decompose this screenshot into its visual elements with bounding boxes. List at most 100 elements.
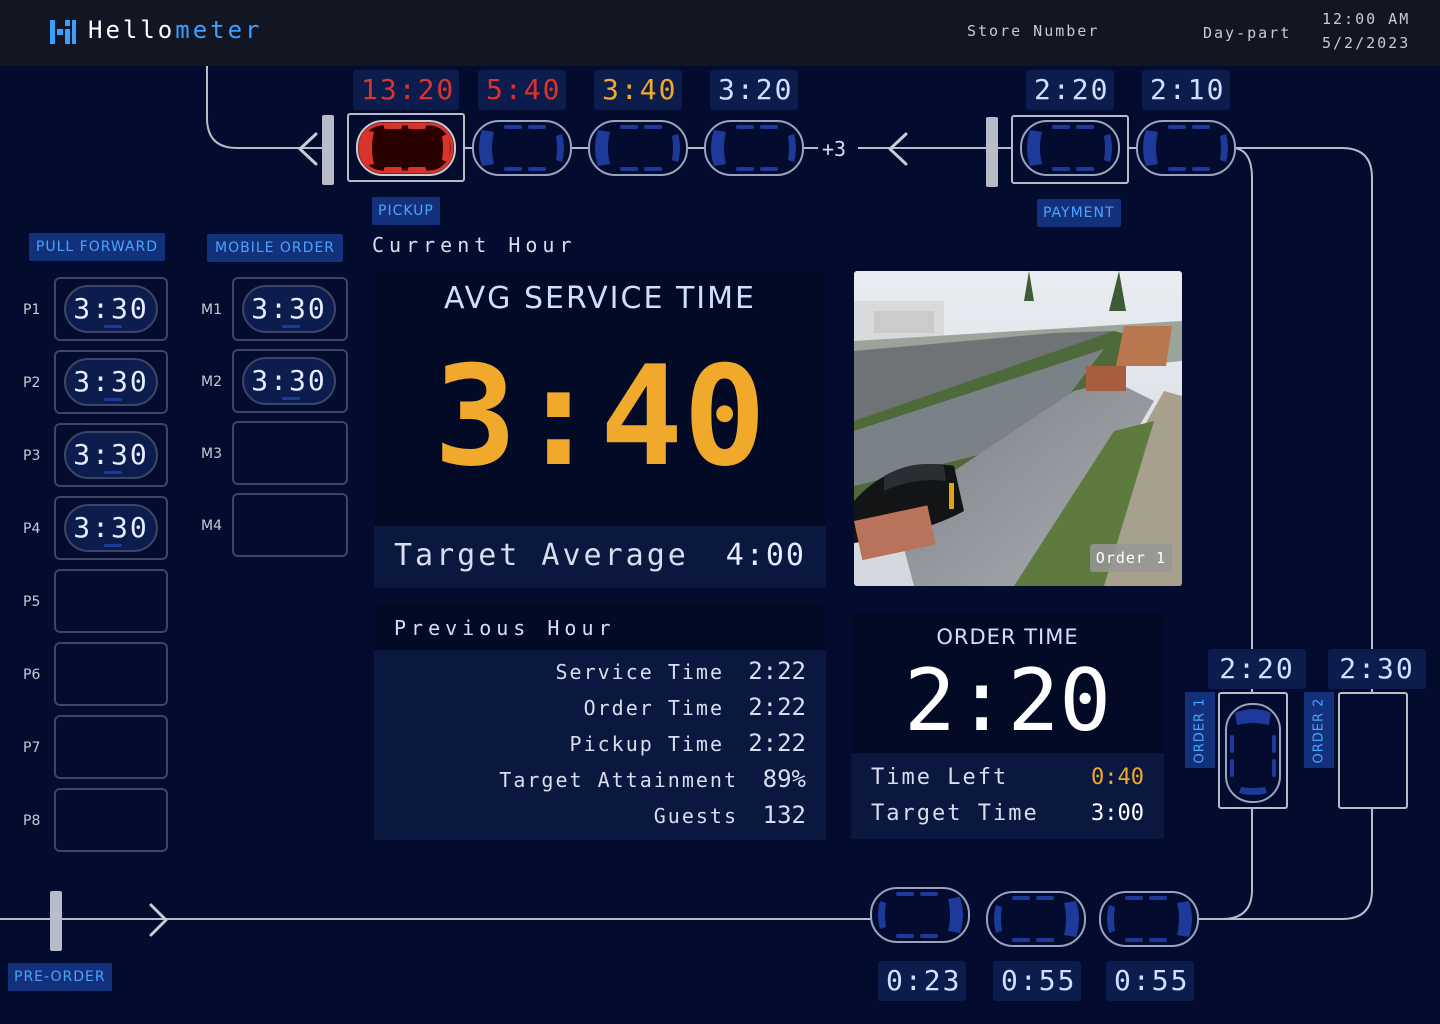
target-attainment-label: Target Attainment [499, 768, 738, 792]
order-2-timer: 2:30 [1328, 649, 1426, 689]
hellometer-logo-icon [50, 20, 76, 44]
car-pill: 3:30 [242, 357, 336, 405]
avg-service-time-label: AVG SERVICE TIME [444, 281, 756, 316]
car-pill: 3:30 [64, 504, 158, 552]
car-pill: 3:30 [242, 285, 336, 333]
slot-label-p3: P3 [23, 448, 41, 464]
car-pill: 3:30 [64, 285, 158, 333]
car-timer-queue-2: 3:40 [594, 70, 682, 110]
slot-label-m2: M2 [201, 374, 222, 390]
bottom-car-timer-2: 0:55 [993, 961, 1081, 1001]
pickup-time-label: Pickup Time [569, 732, 724, 756]
slot-label-p6: P6 [23, 667, 41, 683]
mobile-order-slot-m1[interactable]: 3:30 [232, 277, 348, 341]
pickup-gate [322, 115, 334, 185]
pull-forward-slot-p5[interactable] [54, 569, 168, 633]
car-timer-order-queue: 2:10 [1142, 70, 1230, 110]
car-icon-order-queue[interactable] [1136, 120, 1236, 176]
previous-hour-title: Previous Hour [394, 616, 616, 640]
slot-label-p7: P7 [23, 740, 41, 756]
top-bar: Hellometer Store Number Day-part 12:00 A… [0, 0, 1440, 66]
brand-name: Hellometer [88, 16, 263, 44]
car-timer-payment: 2:20 [1026, 70, 1114, 110]
mobile-order-title: MOBILE ORDER [207, 234, 343, 262]
order-2-tag: ORDER 2 [1304, 692, 1334, 768]
order-1-label: ORDER 1 [1192, 697, 1208, 763]
service-time-label: Service Time [555, 660, 724, 684]
slot-label-p5: P5 [23, 594, 41, 610]
preorder-gate [50, 891, 62, 951]
car-pill: 3:30 [64, 431, 158, 479]
brand-prefix: Hello [88, 16, 176, 44]
previous-hour-card: Previous Hour Service Time 2:22 Order Ti… [374, 604, 826, 840]
order-1-timer: 2:20 [1208, 649, 1306, 689]
current-hour-title: Current Hour [372, 233, 577, 257]
car-icon-bottom-3[interactable] [1099, 891, 1199, 947]
pull-forward-slot-p7[interactable] [54, 715, 168, 779]
car-icon-queue-1[interactable] [472, 120, 572, 176]
order-time-value: 2:20 [903, 651, 1112, 751]
slot-label-m4: M4 [201, 518, 222, 534]
mobile-order-slot-m3[interactable] [232, 421, 348, 485]
target-average-value: 4:00 [725, 538, 806, 573]
camera-order-badge: Order 1 [1089, 544, 1172, 572]
car-icon-queue-2[interactable] [588, 120, 688, 176]
pull-forward-slot-p1[interactable]: 3:30 [54, 277, 168, 341]
avg-service-time-card: AVG SERVICE TIME 3:40 [374, 271, 826, 526]
pull-forward-slot-p4[interactable]: 3:30 [54, 496, 168, 560]
mobile-order-slot-m4[interactable] [232, 493, 348, 557]
car-timer-queue-1: 5:40 [478, 70, 566, 110]
slot-label-m3: M3 [201, 446, 222, 462]
order-2-label: ORDER 2 [1311, 697, 1327, 763]
slot-label-p8: P8 [23, 813, 41, 829]
pre-order-tag: PRE-ORDER [8, 963, 112, 991]
order-time-details: Time Left 0:40 Target Time 3:00 [851, 753, 1164, 839]
pull-forward-slot-p3[interactable]: 3:30 [54, 423, 168, 487]
clock-date: 5/2/2023 [1322, 34, 1411, 52]
guests-label: Guests [653, 804, 738, 828]
car-icon-pickup[interactable] [356, 120, 456, 176]
pickup-time-value: 2:22 [748, 729, 806, 757]
overflow-count-badge[interactable]: +3 [822, 137, 846, 161]
slot-label-m1: M1 [201, 302, 222, 318]
car-icon-queue-3[interactable] [704, 120, 804, 176]
mobile-order-slot-m2[interactable]: 3:30 [232, 349, 348, 413]
bottom-car-timer-1: 0:23 [878, 961, 966, 1001]
target-average-row: Target Average 4:00 [374, 526, 826, 588]
target-time-label: Target Time [871, 801, 1039, 826]
order-1-tag: ORDER 1 [1185, 692, 1215, 768]
order-time-title: ORDER TIME [936, 625, 1079, 649]
car-icon-bottom-2[interactable] [986, 891, 1086, 947]
brand-suffix: meter [175, 16, 263, 44]
slot-label-p4: P4 [23, 521, 41, 537]
pull-forward-title: PULL FORWARD [29, 233, 165, 261]
time-left-value: 0:40 [1091, 765, 1144, 790]
pickup-tag: PICKUP [372, 197, 440, 225]
slot-label-p1: P1 [23, 302, 41, 318]
camera-frame-image [854, 271, 1182, 586]
clock-time: 12:00 AM [1322, 10, 1411, 28]
store-number-selector[interactable]: Store Number [967, 22, 1099, 40]
time-left-label: Time Left [871, 765, 1009, 790]
avg-service-time-value: 3:40 [433, 336, 767, 497]
car-timer-queue-3: 3:20 [710, 70, 798, 110]
guests-value: 132 [762, 801, 806, 829]
pull-forward-slot-p8[interactable] [54, 788, 168, 852]
bottom-car-timer-3: 0:55 [1106, 961, 1194, 1001]
camera-feed[interactable]: Order 1 [854, 271, 1182, 586]
pull-forward-slot-p6[interactable] [54, 642, 168, 706]
car-icon-order-1[interactable] [1225, 703, 1281, 803]
car-icon-payment[interactable] [1020, 120, 1120, 176]
order-time-label: Order Time [583, 696, 724, 720]
pull-forward-slot-p2[interactable]: 3:30 [54, 350, 168, 414]
slot-label-p2: P2 [23, 375, 41, 391]
target-average-label: Target Average [394, 538, 689, 573]
target-time-value: 3:00 [1091, 801, 1144, 826]
order-2-station[interactable] [1338, 692, 1408, 809]
target-attainment-value: 89% [762, 765, 806, 793]
car-pill: 3:30 [64, 358, 158, 406]
car-icon-bottom-1[interactable] [870, 887, 970, 943]
daypart-selector[interactable]: Day-part [1203, 24, 1291, 42]
car-timer-pickup: 13:20 [353, 70, 459, 110]
order-time-card: ORDER TIME 2:20 [851, 613, 1164, 753]
